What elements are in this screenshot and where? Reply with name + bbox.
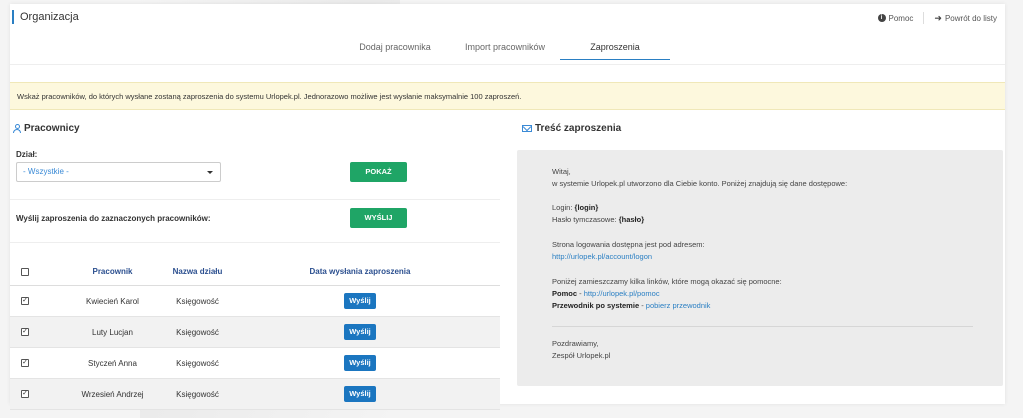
- employees-table: Pracownik Nazwa działu Data wysłania zap…: [10, 258, 500, 410]
- row-dept: Księgowość: [176, 389, 219, 399]
- top-separator: [923, 12, 925, 24]
- section-divider-2: [10, 242, 500, 243]
- back-label: Powrót do listy: [944, 13, 997, 23]
- mail-guide-line: Przewodnik po systemie - pobierz przewod…: [552, 301, 710, 310]
- invitation-section-title: Treść zaproszenia: [522, 123, 621, 134]
- mail-greeting: Witaj,: [552, 167, 571, 176]
- mail-login-page-text: Strona logowania dostępna jest pod adres…: [552, 240, 705, 249]
- row-date-cell: Wyślij: [290, 286, 430, 316]
- guide-label-bold: Przewodnik po systemie: [552, 301, 640, 310]
- send-invite-button[interactable]: Wyślij: [344, 355, 376, 371]
- header-date[interactable]: Data wysłania zaproszenia: [290, 258, 430, 285]
- guide-download-link[interactable]: pobierz przewodnik: [646, 301, 711, 310]
- show-button[interactable]: POKAŻ: [350, 162, 407, 182]
- help-label-bold: Pomoc: [552, 289, 578, 298]
- mail-login-page-line: http://urlopek.pl/account/logon: [552, 252, 652, 261]
- table-row: ✓ Luty Lucjan Księgowość Wyślij: [10, 317, 500, 348]
- login-placeholder: {login}: [574, 203, 599, 212]
- row-checkbox-cell: ✓: [21, 348, 33, 378]
- password-label: Hasło tymczasowe:: [552, 215, 617, 224]
- envelope-icon: [522, 125, 532, 132]
- row-dept: Księgowość: [176, 358, 219, 368]
- dept-select[interactable]: - Wszystkie -: [16, 162, 221, 182]
- row-date-cell: Wyślij: [290, 348, 430, 378]
- send-invite-button[interactable]: Wyślij: [344, 293, 376, 309]
- invitation-preview: Witaj, w systemie Urlopek.pl utworzono d…: [517, 150, 1003, 386]
- section-divider: [10, 199, 500, 200]
- help-label: Pomoc: [888, 13, 914, 23]
- help-link[interactable]: i Pomoc: [877, 13, 914, 23]
- table-row: ✓ Styczeń Anna Księgowość Wyślij: [10, 348, 500, 379]
- row-checkbox[interactable]: ✓: [21, 297, 29, 305]
- help-url-link[interactable]: http://urlopek.pl/pomoc: [584, 289, 660, 298]
- tabs: Dodaj pracownika Import pracowników Zapr…: [340, 42, 670, 60]
- mail-intro: w systemie Urlopek.pl utworzono dla Cieb…: [552, 179, 848, 188]
- table-row: ✓ Wrzesień Andrzej Księgowość Wyślij: [10, 379, 500, 410]
- row-employee-name: Styczeń Anna: [88, 358, 137, 368]
- row-employee-name: Kwiecień Karol: [86, 296, 139, 306]
- row-dept: Księgowość: [176, 296, 219, 306]
- mail-divider: [552, 326, 973, 327]
- row-checkbox-cell: ✓: [21, 286, 33, 316]
- row-date-cell: Wyślij: [290, 317, 430, 347]
- header-dept[interactable]: Nazwa działu: [165, 258, 230, 285]
- employees-title-text: Pracownicy: [24, 123, 80, 134]
- row-checkbox[interactable]: ✓: [21, 390, 29, 398]
- mail-links-intro: Poniżej zamieszczamy kilka linków, które…: [552, 277, 782, 286]
- select-all-cell: [21, 258, 33, 285]
- info-icon: i: [877, 14, 886, 22]
- row-checkbox-cell: ✓: [21, 317, 33, 347]
- guide-separator: -: [639, 301, 646, 310]
- tab-import-employees[interactable]: Import pracowników: [450, 42, 560, 60]
- back-to-list-link[interactable]: ➜ Powrót do listy: [934, 12, 997, 23]
- dept-label: Dział:: [16, 150, 38, 159]
- mail-password-line: Hasło tymczasowe: {hasło}: [552, 215, 644, 224]
- row-employee-name: Luty Lucjan: [92, 327, 133, 337]
- user-icon: [13, 124, 21, 133]
- mail-signature: Zespół Urlopek.pl: [552, 351, 611, 360]
- page-title: Organizacja: [12, 10, 79, 24]
- arrow-right-icon: ➜: [934, 12, 942, 23]
- send-invite-button[interactable]: Wyślij: [344, 386, 376, 402]
- invitation-title-text: Treść zaproszenia: [535, 123, 622, 134]
- select-all-checkbox[interactable]: [21, 267, 29, 276]
- send-invite-button[interactable]: Wyślij: [344, 324, 376, 340]
- mail-help-line: Pomoc - http://urlopek.pl/pomoc: [552, 289, 660, 298]
- tabs-divider: [10, 64, 1005, 65]
- caret-down-icon: [207, 171, 213, 174]
- top-bar: Organizacja i Pomoc ➜ Powrót do listy: [10, 4, 1005, 30]
- header-employee[interactable]: Pracownik: [60, 258, 165, 285]
- row-date-cell: Wyślij: [290, 379, 430, 409]
- send-button[interactable]: WYŚLIJ: [350, 208, 407, 228]
- row-checkbox[interactable]: ✓: [21, 359, 29, 367]
- main-card: Organizacja i Pomoc ➜ Powrót do listy Do…: [10, 4, 1005, 410]
- login-label: Login:: [552, 203, 573, 212]
- dept-select-value: - Wszystkie -: [23, 167, 69, 176]
- password-placeholder: {hasło}: [618, 215, 645, 224]
- mail-login-line: Login: {login}: [552, 203, 598, 212]
- row-employee-name: Wrzesień Andrzej: [81, 389, 144, 399]
- login-page-link[interactable]: http://urlopek.pl/account/logon: [552, 252, 652, 261]
- mail-regards: Pozdrawiamy,: [552, 339, 599, 348]
- row-checkbox-cell: ✓: [21, 379, 33, 409]
- send-invitations-label: Wyślij zaproszenia do zaznaczonych praco…: [16, 214, 211, 223]
- info-banner: Wskaż pracowników, do których wysłane zo…: [10, 82, 1005, 110]
- row-checkbox[interactable]: ✓: [21, 328, 29, 336]
- tab-add-employee[interactable]: Dodaj pracownika: [340, 42, 450, 60]
- table-header: Pracownik Nazwa działu Data wysłania zap…: [10, 258, 500, 286]
- table-row: ✓ Kwiecień Karol Księgowość Wyślij: [10, 286, 500, 317]
- employees-section-title: Pracownicy: [13, 123, 80, 134]
- help-separator: -: [577, 289, 584, 298]
- row-dept: Księgowość: [176, 327, 219, 337]
- top-actions: i Pomoc ➜ Powrót do listy: [877, 12, 997, 24]
- tab-invitations[interactable]: Zaproszenia: [560, 42, 670, 60]
